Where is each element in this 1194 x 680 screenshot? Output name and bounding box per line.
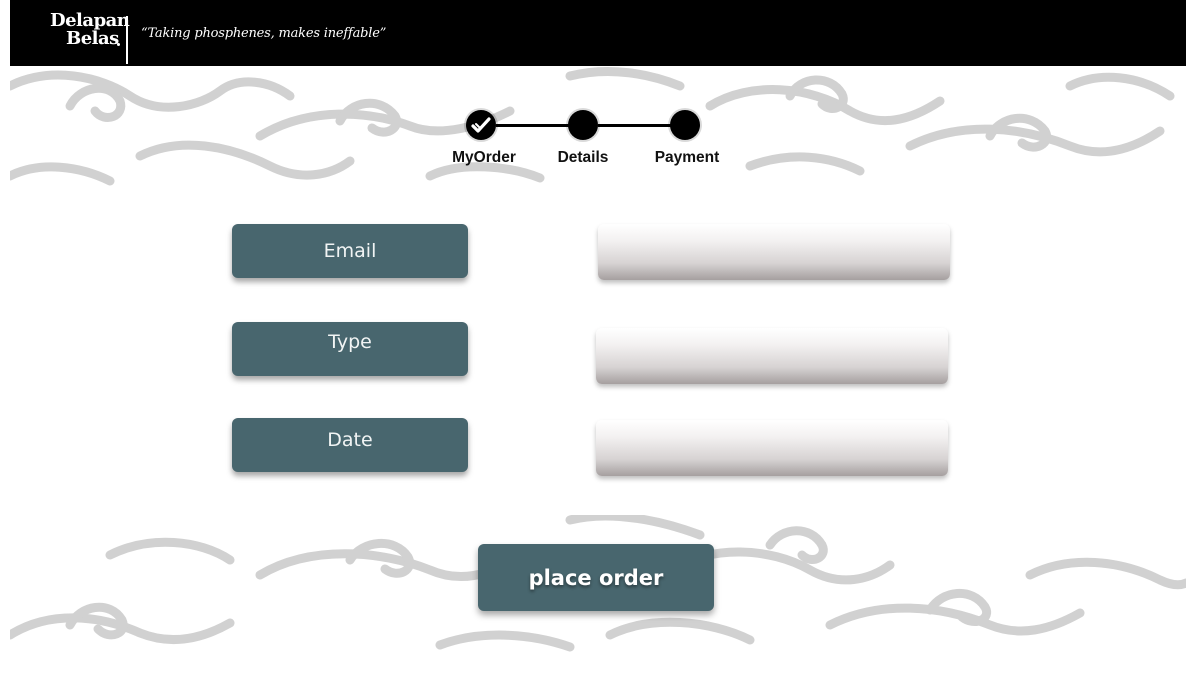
- date-field[interactable]: [596, 420, 948, 476]
- email-label: Email: [232, 224, 468, 278]
- check-icon: [471, 117, 491, 133]
- page: Delapan Belas “Taking phosphenes, makes …: [10, 0, 1186, 680]
- type-label: Type: [232, 322, 468, 376]
- email-field[interactable]: [598, 224, 950, 280]
- step-details-indicator[interactable]: [568, 110, 598, 140]
- step-payment-indicator[interactable]: [670, 110, 700, 140]
- step-myorder-label: MyOrder: [452, 149, 516, 166]
- date-label: Date: [232, 418, 468, 472]
- step-details-label: Details: [557, 149, 609, 166]
- order-stepper: MyOrder Details Payment: [10, 0, 1186, 200]
- step-payment-label: Payment: [654, 149, 720, 166]
- step-myorder-indicator[interactable]: [466, 110, 496, 140]
- type-field[interactable]: [596, 328, 948, 384]
- place-order-button[interactable]: place order: [478, 544, 714, 611]
